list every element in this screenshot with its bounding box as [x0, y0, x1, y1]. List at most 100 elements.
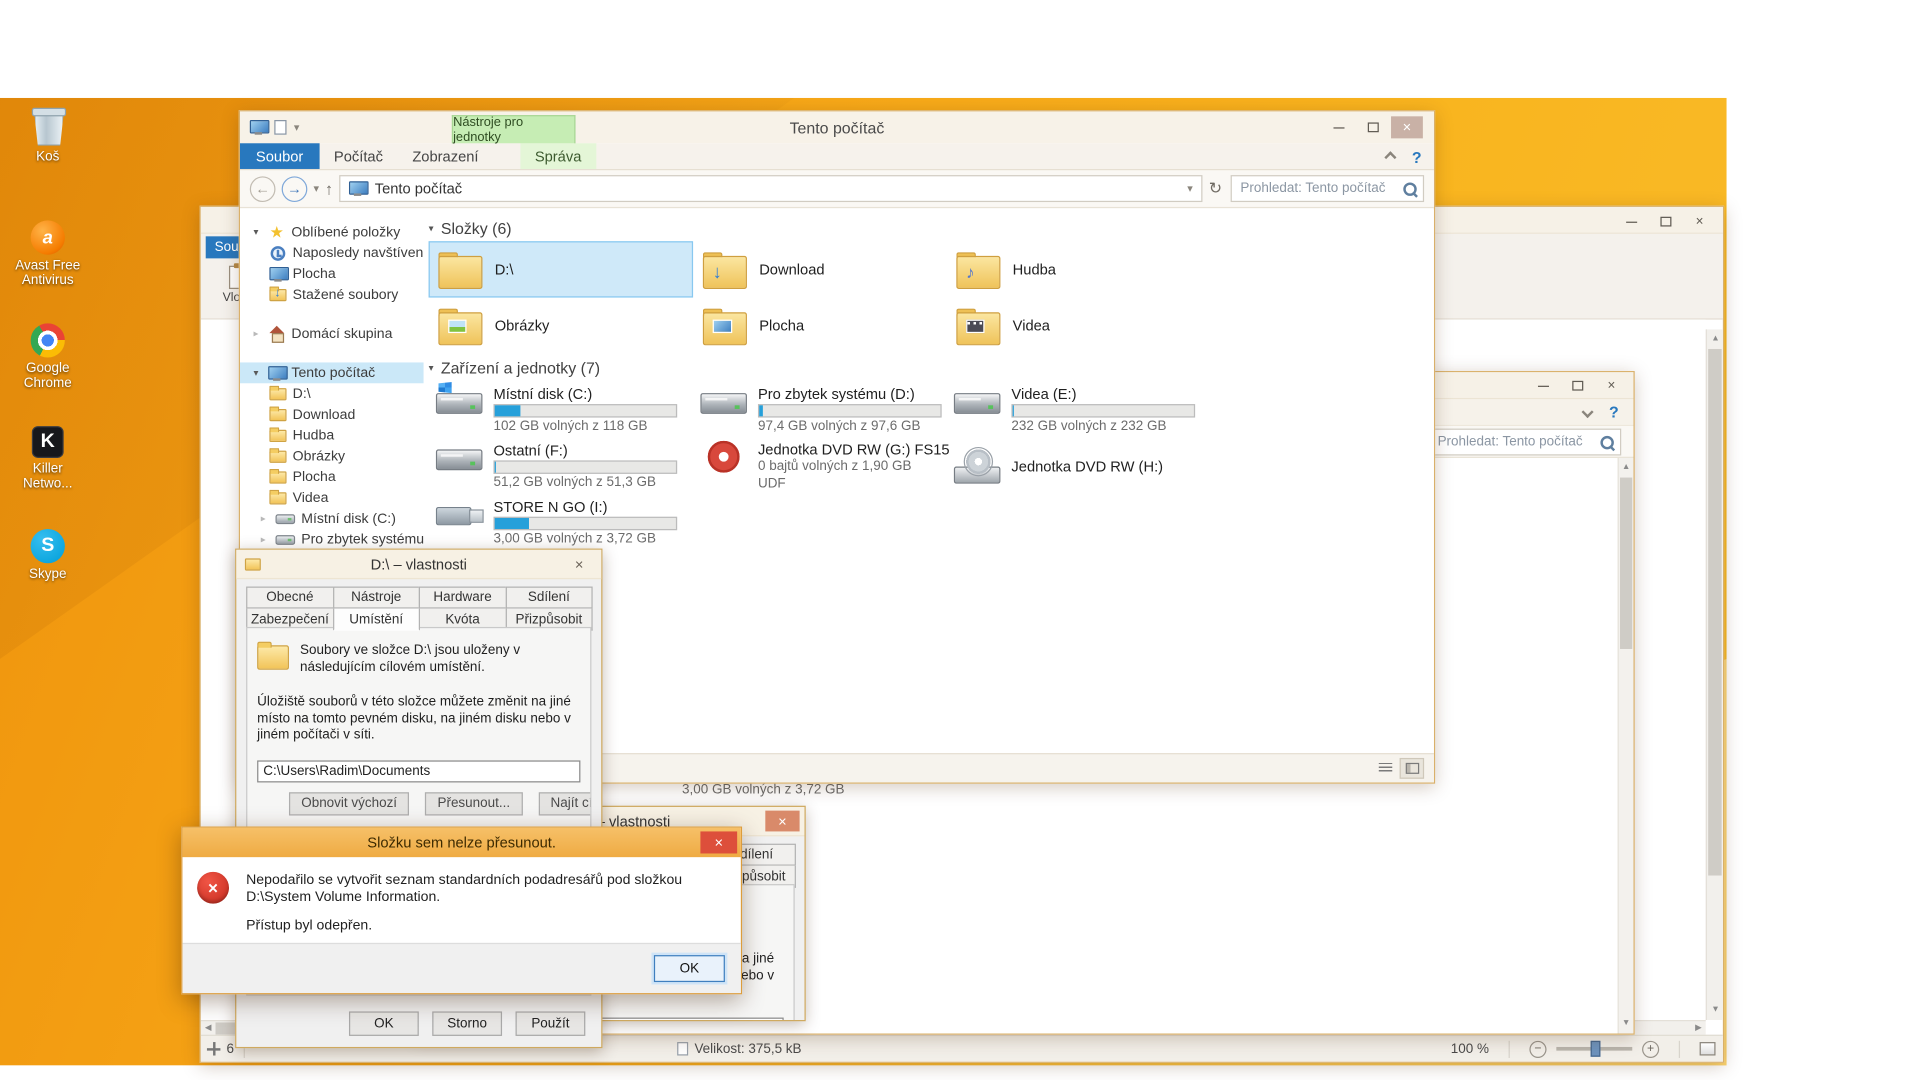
folder-tile-music[interactable]: ♪ Hudba	[947, 241, 1200, 297]
tab-sdileni[interactable]: Sdílení	[505, 587, 593, 609]
tab-soubor[interactable]: Soubor	[240, 143, 319, 169]
close-icon[interactable]: ×	[562, 553, 596, 574]
cancel-button[interactable]: Storno	[432, 1011, 502, 1035]
ribbon-expand-icon[interactable]	[1582, 406, 1594, 418]
expander-icon[interactable]: ▾	[250, 227, 262, 238]
desktop-icon-skype[interactable]: S Skype	[7, 529, 88, 582]
qat-properties-icon[interactable]	[274, 120, 286, 135]
find-target-button[interactable]: Najít cíl...	[538, 792, 591, 815]
zoom-in-button[interactable]: +	[1642, 1040, 1659, 1057]
scroll-down-icon[interactable]: ▼	[1708, 1003, 1723, 1018]
sidebar-item-favorites[interactable]: ▾ ★ Oblíbené položky	[240, 222, 424, 243]
ok-button[interactable]: OK	[349, 1011, 419, 1035]
drive-tile-d[interactable]: Pro zbytek systému (D:) 97,4 GB volných …	[693, 381, 946, 437]
details-view-button[interactable]	[1373, 758, 1397, 779]
scroll-down-icon[interactable]: ▼	[1619, 1016, 1634, 1031]
thumbnail-view-button[interactable]	[1400, 758, 1424, 779]
scroll-right-icon[interactable]: ▶	[1691, 1021, 1706, 1036]
group-collapse-icon[interactable]: ▾	[429, 222, 434, 233]
group-header-folders[interactable]: ▾ Složky (6)	[429, 214, 1434, 241]
expander-icon[interactable]: ▾	[250, 367, 262, 378]
apply-button[interactable]: Použít	[516, 1011, 586, 1035]
dialog-titlebar[interactable]: Složku sem nelze přesunout. ×	[182, 828, 740, 857]
close-button[interactable]: ×	[1391, 116, 1423, 138]
sidebar-item-this-pc[interactable]: ▾ Tento počítač	[240, 362, 424, 383]
close-button[interactable]: ×	[1684, 211, 1716, 233]
ok-button[interactable]: OK	[654, 955, 725, 982]
sidebar-item-music[interactable]: Hudba	[240, 425, 424, 446]
help-icon[interactable]: ?	[1609, 403, 1619, 421]
folder-tile-download[interactable]: ↓ Download	[693, 241, 946, 297]
search-box[interactable]	[1428, 428, 1621, 455]
sidebar-item-homegroup[interactable]: ▸ Domácí skupina	[240, 323, 424, 344]
forward-button[interactable]: →	[282, 176, 308, 202]
tab-nastroje[interactable]: Nástroje	[332, 587, 420, 609]
up-button[interactable]: ↑	[325, 179, 333, 197]
drive-tile-i[interactable]: STORE N GO (I:) 3,00 GB volných z 3,72 G…	[429, 493, 693, 549]
sidebar-item-system-rest[interactable]: ▸ Pro zbytek systému	[240, 529, 424, 550]
sidebar-item-desktop[interactable]: Plocha	[240, 263, 424, 284]
minimize-button[interactable]	[1527, 375, 1559, 397]
scroll-left-icon[interactable]: ◀	[201, 1021, 216, 1036]
search-box[interactable]	[1231, 175, 1424, 202]
help-icon[interactable]: ?	[1412, 148, 1422, 166]
ribbon-collapse-icon[interactable]	[1384, 151, 1396, 163]
history-dropdown-icon[interactable]: ▾	[313, 182, 319, 195]
group-collapse-icon[interactable]: ▾	[429, 362, 434, 373]
vertical-scrollbar[interactable]: ▲ ▼	[1706, 329, 1723, 1020]
location-path-input[interactable]	[257, 760, 580, 782]
scroll-up-icon[interactable]: ▲	[1708, 332, 1723, 347]
drive-tile-e[interactable]: Videa (E:) 232 GB volných z 232 GB	[947, 381, 1200, 437]
vertical-scrollbar[interactable]: ▲ ▼	[1618, 458, 1634, 1034]
folder-tile-desktop[interactable]: Plocha	[693, 298, 946, 354]
expander-icon[interactable]: ▸	[257, 534, 269, 545]
tab-umisteni[interactable]: Umístění	[332, 609, 420, 631]
minimize-button[interactable]	[1322, 116, 1354, 138]
zoom-out-button[interactable]: −	[1529, 1040, 1546, 1057]
maximize-button[interactable]	[1357, 116, 1389, 138]
qat-dropdown-icon[interactable]: ▾	[294, 121, 300, 134]
sidebar-item-download[interactable]: Download	[240, 404, 424, 425]
drive-tile-f[interactable]: Ostatní (F:) 51,2 GB volných z 51,3 GB	[429, 437, 693, 493]
maximize-button[interactable]	[1561, 375, 1593, 397]
minimize-button[interactable]	[1615, 211, 1647, 233]
tab-pocitac[interactable]: Počítač	[319, 143, 397, 169]
sidebar-item-c-drive[interactable]: ▸ Místní disk (C:)	[240, 508, 424, 529]
scrollbar-thumb[interactable]	[1708, 349, 1721, 876]
fit-to-window-icon[interactable]	[1700, 1042, 1716, 1055]
breadcrumb-dropdown-icon[interactable]: ▾	[1187, 182, 1193, 195]
maximize-button[interactable]	[1649, 211, 1681, 233]
desktop-icon-avast[interactable]: a Avast Free Antivirus	[7, 220, 88, 287]
tab-hardware[interactable]: Hardware	[419, 587, 507, 609]
refresh-icon[interactable]: ↻	[1209, 179, 1222, 199]
sidebar-item-downloads[interactable]: ↓ Stažené soubory	[240, 284, 424, 305]
folder-tile-pictures[interactable]: Obrázky	[429, 298, 693, 354]
expander-icon[interactable]: ▸	[250, 328, 262, 339]
close-button[interactable]: ×	[1596, 375, 1628, 397]
tab-sprava[interactable]: Správa	[520, 143, 596, 169]
search-input[interactable]	[1429, 429, 1620, 453]
drive-tile-h[interactable]: Jednotka DVD RW (H:)	[947, 437, 1200, 493]
close-icon[interactable]: ×	[700, 831, 737, 853]
move-button[interactable]: Přesunout...	[425, 792, 522, 815]
desktop-icon-chrome[interactable]: Google Chrome	[7, 323, 88, 390]
sidebar-item-recent[interactable]: Naposledy navštívené	[240, 242, 424, 263]
group-header-devices[interactable]: ▾ Zařízení a jednotky (7)	[429, 354, 1434, 381]
back-button[interactable]: ←	[250, 176, 276, 202]
qat-computer-icon[interactable]	[250, 120, 267, 135]
zoom-slider[interactable]	[1556, 1047, 1632, 1051]
scrollbar-thumb[interactable]	[1620, 478, 1632, 649]
folder-tile-videos[interactable]: Videa	[947, 298, 1200, 354]
expander-icon[interactable]: ▸	[257, 513, 269, 524]
desktop-icon-killer[interactable]: K Killer Netwo...	[7, 426, 88, 491]
window-titlebar[interactable]: ▾ Tento počítač Nástroje pro jednotky ×	[240, 111, 1434, 143]
sidebar-item-videos[interactable]: Videa	[240, 487, 424, 508]
sidebar-item-pictures[interactable]: Obrázky	[240, 446, 424, 467]
tab-zobrazeni[interactable]: Zobrazení	[398, 143, 494, 169]
zoom-slider-thumb[interactable]	[1591, 1041, 1601, 1057]
scroll-up-icon[interactable]: ▲	[1619, 460, 1634, 475]
sidebar-item-desktop-folder[interactable]: Plocha	[240, 467, 424, 488]
restore-default-button[interactable]: Obnovit výchozí	[289, 792, 409, 815]
drive-tile-c[interactable]: Místní disk (C:) 102 GB volných z 118 GB	[429, 381, 693, 437]
desktop-icon-recycle-bin[interactable]: Koš	[7, 105, 88, 164]
